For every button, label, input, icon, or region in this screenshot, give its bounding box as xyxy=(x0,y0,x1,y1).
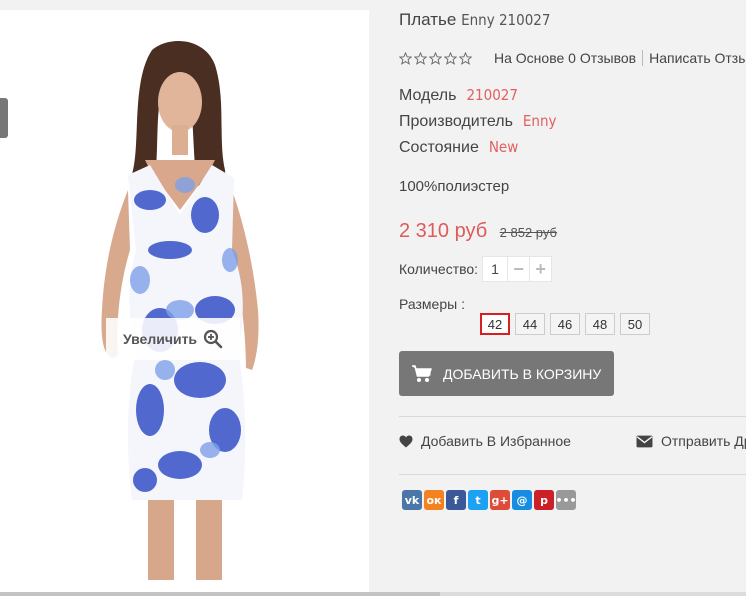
add-to-cart-label: ДОБАВИТЬ В КОРЗИНУ xyxy=(443,365,602,382)
share-buttons: vk ок f t g+ @ p ••• xyxy=(402,490,577,510)
zoom-button[interactable]: Увеличить xyxy=(106,318,240,360)
star-empty-icon xyxy=(444,51,457,65)
twitter-icon[interactable]: t xyxy=(468,490,488,510)
product-title-main: Платье xyxy=(399,10,457,29)
model-label: Модель xyxy=(399,87,457,104)
star-empty-icon xyxy=(414,51,427,65)
heart-icon xyxy=(399,435,413,447)
more-share-icon[interactable]: ••• xyxy=(555,490,577,510)
write-review-link[interactable]: Написать Отзыв xyxy=(649,50,746,66)
product-title: Платье Enny 210027 xyxy=(399,10,550,30)
google-plus-icon[interactable]: g+ xyxy=(490,490,510,510)
maker-label: Производитель xyxy=(399,113,513,130)
rating-row: На Основе 0 Отзывов Написать Отзыв xyxy=(399,50,746,66)
reviews-count-link[interactable]: На Основе 0 Отзывов xyxy=(494,50,636,66)
divider xyxy=(642,50,644,66)
send-to-friend-label: Отправить Другу xyxy=(661,433,746,449)
sizes-label: Размеры : xyxy=(399,296,465,312)
zoom-in-icon xyxy=(203,329,223,349)
envelope-icon xyxy=(636,435,653,447)
star-empty-icon xyxy=(429,51,442,65)
vk-icon[interactable]: vk xyxy=(402,490,422,510)
model-row: Модель 210027 xyxy=(399,86,518,105)
quantity-decrease-button[interactable]: − xyxy=(508,256,531,282)
condition-label: Состояние xyxy=(399,139,479,156)
rating-stars xyxy=(399,51,472,65)
zoom-label: Увеличить xyxy=(122,331,198,347)
pinterest-icon[interactable]: p xyxy=(534,490,554,510)
product-photo xyxy=(101,41,259,580)
size-option-46[interactable]: 46 xyxy=(550,313,580,335)
condition-value: New xyxy=(488,138,519,156)
size-option-50[interactable]: 50 xyxy=(620,313,650,335)
size-option-48[interactable]: 48 xyxy=(585,313,615,335)
scrollbar-thumb[interactable] xyxy=(0,592,440,596)
star-empty-icon xyxy=(459,51,472,65)
quantity-input[interactable]: 1 xyxy=(482,256,509,282)
model-value: 210027 xyxy=(466,86,518,104)
size-option-42[interactable]: 42 xyxy=(480,313,510,335)
mailru-icon[interactable]: @ xyxy=(512,490,532,510)
maker-value[interactable]: Enny xyxy=(523,112,557,130)
add-to-wishlist-link[interactable]: Добавить В Избранное xyxy=(399,433,571,449)
quantity-increase-button[interactable]: + xyxy=(530,256,553,282)
quantity-label: Количество: xyxy=(399,261,479,277)
quantity-row: Количество: 1 − + xyxy=(399,256,553,282)
divider xyxy=(399,416,746,417)
odnoklassniki-icon[interactable]: ок xyxy=(424,490,444,510)
product-image-panel[interactable]: Увеличить xyxy=(0,10,369,596)
condition-row: Состояние New xyxy=(399,138,518,157)
maker-row: Производитель Enny xyxy=(399,112,557,131)
material-text: 100%полиэстер xyxy=(399,178,510,195)
price-row: 2 310 руб 2 852 руб xyxy=(399,220,557,243)
current-price: 2 310 руб xyxy=(399,220,488,242)
size-options: 42 44 46 48 50 xyxy=(480,313,650,335)
size-option-44[interactable]: 44 xyxy=(515,313,545,335)
horizontal-scrollbar[interactable] xyxy=(0,592,746,596)
send-to-friend-link[interactable]: Отправить Другу xyxy=(636,433,746,449)
gallery-side-tab[interactable] xyxy=(0,98,8,138)
cart-icon xyxy=(412,364,432,382)
add-to-wishlist-label: Добавить В Избранное xyxy=(421,433,571,449)
divider xyxy=(399,474,746,475)
add-to-cart-button[interactable]: ДОБАВИТЬ В КОРЗИНУ xyxy=(399,351,614,396)
old-price: 2 852 руб xyxy=(499,225,557,240)
product-title-brand: Enny 210027 xyxy=(461,11,551,29)
facebook-icon[interactable]: f xyxy=(446,490,466,510)
star-empty-icon xyxy=(399,51,412,65)
